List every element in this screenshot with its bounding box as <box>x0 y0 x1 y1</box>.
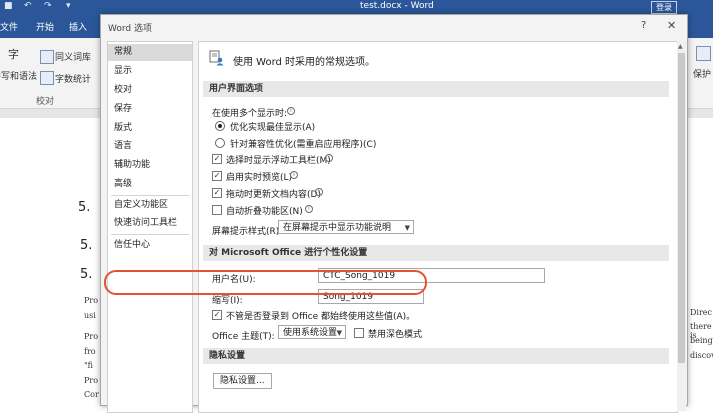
screentip-select-value: 在屏幕提示中显示功能说明 <box>283 223 392 233</box>
nav-item-advanced[interactable]: 高级 <box>108 176 192 193</box>
document-page-right: Direc there is being discove <box>686 118 713 400</box>
paragraph-line: being <box>690 336 713 345</box>
protect-button[interactable]: 保护 <box>693 67 711 80</box>
tab-file[interactable]: 文件 <box>0 20 18 33</box>
radio-optimize-display[interactable] <box>215 121 225 131</box>
username-label: 用户名(U): <box>212 275 256 285</box>
login-button[interactable]: 登录 <box>651 1 677 14</box>
multi-display-label: 在使用多个显示时: <box>212 109 288 119</box>
nav-item-general[interactable]: 常规 <box>108 44 192 61</box>
heading-line: 5. <box>78 200 91 215</box>
save-icon[interactable]: ■ <box>4 1 13 11</box>
general-options-icon <box>209 50 224 66</box>
heading-line: 5. <box>80 238 93 253</box>
info-icon[interactable]: i <box>287 107 295 115</box>
theme-label: Office 主题(T): <box>212 332 275 342</box>
always-use-label: 不管是否登录到 Office 都始终使用这些值(A)。 <box>226 312 416 322</box>
thesaurus-icon[interactable] <box>40 50 54 64</box>
initials-input[interactable]: Song_1019 <box>318 289 424 304</box>
nav-divider <box>111 234 189 235</box>
screentip-select[interactable]: 在屏幕提示中显示功能说明 ▼ <box>278 220 414 234</box>
nav-divider <box>111 195 189 196</box>
paragraph-line: Cor <box>84 390 99 399</box>
checkbox-drag-update[interactable]: ✓ <box>212 188 222 198</box>
paragraph-line: Pro <box>84 332 99 341</box>
options-content: 使用 Word 时采用的常规选项。 用户界面选项 在使用多个显示时: i 优化实… <box>198 41 678 413</box>
spelling-grammar-button[interactable]: 拼写和语法 <box>0 69 37 82</box>
checkbox-mini-toolbar[interactable]: ✓ <box>212 154 222 164</box>
username-input[interactable]: CTC_Song_1019 <box>318 268 545 283</box>
section-ui-options: 用户界面选项 <box>203 81 669 97</box>
chevron-down-icon: ▼ <box>404 224 410 232</box>
checkbox-live-preview[interactable]: ✓ <box>212 171 222 181</box>
paragraph-line: discove <box>690 351 713 360</box>
wordcount-icon[interactable] <box>40 71 54 85</box>
word-options-dialog: Word 选项 ? ✕ 常规 显示 校对 保存 版式 语言 辅助功能 高级 自定… <box>100 14 688 413</box>
scrollbar-thumb[interactable] <box>678 53 685 363</box>
radio-compat-label: 针对兼容性优化(需重启应用程序)(C) <box>230 140 377 150</box>
close-icon[interactable]: ✕ <box>667 19 676 32</box>
checkbox-disable-dark[interactable] <box>354 328 364 338</box>
paragraph-line: fro <box>84 347 96 356</box>
screentip-label: 屏幕提示样式(R): <box>212 227 283 237</box>
protect-icon[interactable] <box>696 46 711 61</box>
title-bar: ■ ↶ ↷ ▾ test.docx - Word 登录 <box>0 0 713 14</box>
nav-item-typography[interactable]: 版式 <box>108 120 192 137</box>
theme-select[interactable]: 使用系统设置 ▼ <box>278 325 346 339</box>
wordcount-button[interactable]: 字数统计 <box>55 72 91 85</box>
nav-item-customize-ribbon[interactable]: 自定义功能区 <box>108 197 192 214</box>
section-personalize: 对 Microsoft Office 进行个性化设置 <box>203 245 669 261</box>
help-icon[interactable]: ? <box>641 20 646 31</box>
tab-insert[interactable]: 插入 <box>69 20 87 33</box>
paragraph-line: Direc <box>690 308 713 317</box>
paragraph-line: usi <box>84 311 96 320</box>
content-scrollbar[interactable]: ▲ <box>677 41 686 411</box>
paragraph-line: "fi <box>84 361 94 370</box>
dialog-title: Word 选项 <box>108 24 152 34</box>
paragraph-line: Pro <box>84 296 99 305</box>
theme-select-value: 使用系统设置 <box>283 328 338 338</box>
privacy-settings-button[interactable]: 隐私设置... <box>213 373 272 389</box>
checkbox-always-use[interactable]: ✓ <box>212 310 222 320</box>
checkbox-collapse-ribbon[interactable] <box>212 205 222 215</box>
nav-item-display[interactable]: 显示 <box>108 63 192 80</box>
radio-optimize-label: 优化实现最佳显示(A) <box>230 123 316 133</box>
info-icon[interactable]: i <box>305 205 313 213</box>
nav-item-proofing[interactable]: 校对 <box>108 82 192 99</box>
heading-line: 5. <box>80 267 93 282</box>
chevron-down-icon: ▼ <box>336 329 342 337</box>
drag-update-label: 拖动时更新文档内容(D) <box>226 190 321 200</box>
spelling-icon[interactable]: 字 <box>8 46 19 62</box>
scroll-up-icon[interactable]: ▲ <box>678 43 683 50</box>
thesaurus-button[interactable]: 同义词库 <box>55 50 91 63</box>
mini-toolbar-label: 选择时显示浮动工具栏(M) <box>226 156 331 166</box>
proofing-group-label: 校对 <box>36 97 55 107</box>
options-nav: 常规 显示 校对 保存 版式 语言 辅助功能 高级 自定义功能区 快速访问工具栏… <box>107 41 193 413</box>
info-icon[interactable]: i <box>290 171 298 179</box>
section-privacy: 隐私设置 <box>203 348 669 364</box>
nav-item-save[interactable]: 保存 <box>108 101 192 118</box>
disable-dark-label: 禁用深色模式 <box>368 330 423 340</box>
info-icon[interactable]: i <box>315 188 323 196</box>
document-page-left: 5. 5. 5. Pro usi Pro fro "fi Pro Cor <box>0 118 100 400</box>
redo-icon[interactable]: ↷ <box>44 1 52 11</box>
nav-item-trust-center[interactable]: 信任中心 <box>108 237 192 254</box>
info-icon[interactable]: i <box>325 154 333 162</box>
live-preview-label: 启用实时预览(L) <box>226 173 293 183</box>
radio-optimize-compat[interactable] <box>215 138 225 148</box>
quick-access-dropdown-icon[interactable]: ▾ <box>66 1 71 11</box>
paragraph-line: Pro <box>84 376 99 385</box>
nav-item-accessibility[interactable]: 辅助功能 <box>108 157 192 174</box>
tab-home[interactable]: 开始 <box>36 20 54 33</box>
collapse-ribbon-label: 自动折叠功能区(N) <box>226 207 303 217</box>
undo-icon[interactable]: ↶ <box>24 1 32 11</box>
initials-label: 缩写(I): <box>212 296 243 306</box>
document-title: test.docx - Word <box>360 1 434 11</box>
nav-item-language[interactable]: 语言 <box>108 138 192 155</box>
general-header-text: 使用 Word 时采用的常规选项。 <box>233 57 376 68</box>
nav-item-quick-access-toolbar[interactable]: 快速访问工具栏 <box>108 215 192 232</box>
